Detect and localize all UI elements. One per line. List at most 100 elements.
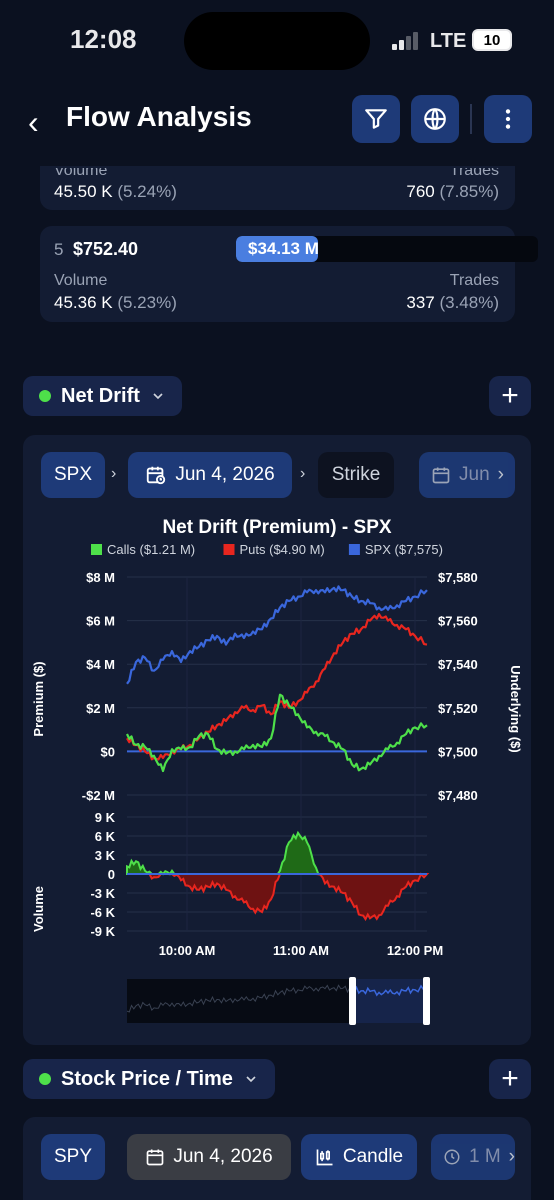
series-lines [126,585,428,773]
y-tick-left: $4 M [86,657,115,672]
symbol-chip[interactable]: SPY [41,1134,105,1180]
filter-button[interactable] [352,95,400,143]
section-label: Net Drift [61,384,140,407]
volume-area [126,830,430,922]
volume-label: Volume [54,272,108,289]
interval-chip[interactable]: 1 M › [431,1134,515,1180]
header-divider [470,104,472,134]
legend-item: Puts ($4.90 M) [240,542,325,557]
volume-value: 45.50 K (5.24%) [54,182,177,201]
calendar-icon [147,1149,164,1166]
trades-value: 337 (3.48%) [406,293,499,312]
dynamic-island [184,12,370,70]
net-drift-dropdown[interactable]: Net Drift [23,376,182,416]
minimap-handle-left [349,977,356,1025]
scroll-mask [0,160,554,166]
y-tick-right: $7,560 [438,614,478,629]
range-minimap [126,977,430,1025]
date-chip[interactable]: Jun 4, 2026 [127,1134,291,1180]
list-item[interactable]: 5 $752.40 $34.13 M Volume Trades 45.36 K… [40,226,538,322]
legend-swatch [348,544,360,555]
x-tick: 12:00 PM [387,943,443,958]
globe-button[interactable] [411,95,459,143]
volume-tick: 3 K [95,848,116,863]
volume-tick: 0 [108,867,115,882]
status-time: 12:08 [70,24,137,54]
net-drift-card: SPX › Jun 4, 2026 › Strike Jun › Net Dri… [23,435,531,1045]
premium-value: $34.13 M [248,239,319,258]
x-tick: 11:00 AM [273,943,329,958]
volume-tick: 6 K [95,829,116,844]
y-axis-left-label: Premium ($) [31,661,46,736]
y-tick-left: -$2 M [82,788,115,803]
volume-tick: -3 K [90,886,115,901]
y-tick-right: $7,580 [438,570,478,585]
y-tick-right: $7,480 [438,788,478,803]
date2-chip[interactable]: Jun › [419,452,515,498]
chevron-down-icon [246,1076,256,1083]
chevron-left-icon[interactable]: ‹ [28,104,39,141]
strike-chip[interactable]: Strike [318,452,394,498]
chevron-right-icon: › [300,465,306,482]
section-label: Stock Price / Time [61,1067,233,1090]
add-chart-button[interactable]: + [489,1059,531,1099]
symbol-chip[interactable]: SPX [41,452,105,498]
volume-tick: -9 K [90,924,115,939]
globe-icon [424,108,446,130]
rank-label: 5 [54,240,64,259]
more-vertical-icon [505,109,511,129]
net-drift-chart: Net Drift (Premium) - SPX Calls ($1.21 M… [31,517,523,1025]
volume-tick: -6 K [90,905,115,920]
y-tick-left: $2 M [86,701,115,716]
series-line-spx [126,585,428,685]
y-tick-left: $6 M [86,614,115,629]
calendar-icon [432,467,450,484]
stock-price-dropdown[interactable]: Stock Price / Time [23,1059,275,1099]
more-button[interactable] [484,95,532,143]
trades-label: Trades [449,272,499,289]
filter-icon [365,109,387,129]
x-tick: 10:00 AM [159,943,216,958]
axis-ticks: $8 M $6 M $4 M $2 M $0 -$2 M $7,580 $7,560 $7,54… [82,570,478,958]
minimap-handle-right [423,977,430,1025]
series-line-calls [126,693,428,773]
chevron-right-icon: › [111,465,117,482]
y-tick-right: $7,520 [438,701,478,716]
y-tick-left: $0 [101,744,115,759]
strike-price: $752.40 [73,239,139,259]
y-tick-left: $8 M [86,570,115,585]
plus-icon: + [501,379,519,412]
chart-type-chip[interactable]: Candle [301,1134,417,1180]
legend-item: Calls ($1.21 M) [107,542,195,557]
trades-value: 760 (7.85%) [406,182,499,201]
premium-bar: $34.13 M [236,236,538,262]
stock-price-card: SPY Jun 4, 2026 Candle 1 M › [23,1117,531,1200]
series-line-puts [126,612,428,761]
add-chart-button[interactable]: + [489,376,531,416]
status-dot [39,390,51,402]
network-label: LTE [430,30,467,52]
battery-icon: 10 [472,29,512,51]
y-axis-right-label: Underlying ($) [508,665,523,752]
date-chip[interactable]: Jun 4, 2026 [128,452,292,498]
minimap-window [352,979,427,1023]
chart-legend: Calls ($1.21 M) Puts ($4.90 M) SPX ($7,575… [91,542,443,557]
clock-icon [444,1149,460,1165]
calendar-clock-icon [147,466,166,485]
volume-tick: 9 K [95,810,116,825]
page-title: Flow Analysis [66,101,252,132]
plus-icon: + [501,1062,519,1095]
chevron-down-icon [153,393,163,400]
legend-item: SPX ($7,575) [365,542,443,557]
y-axis-volume-label: Volume [31,886,46,932]
volume-positive-area [126,830,427,876]
list-item[interactable]: Volume Trades 45.50 K (5.24%) 760 (7.85%… [40,160,515,210]
y-tick-right: $7,540 [438,657,478,672]
volume-value: 45.36 K (5.23%) [54,293,177,312]
candlestick-icon [316,1149,333,1166]
y-tick-right: $7,500 [438,744,478,759]
legend-swatch [91,544,102,555]
status-dot [39,1073,51,1085]
signal-icon [392,30,420,50]
chart-title: Net Drift (Premium) - SPX [162,517,391,538]
